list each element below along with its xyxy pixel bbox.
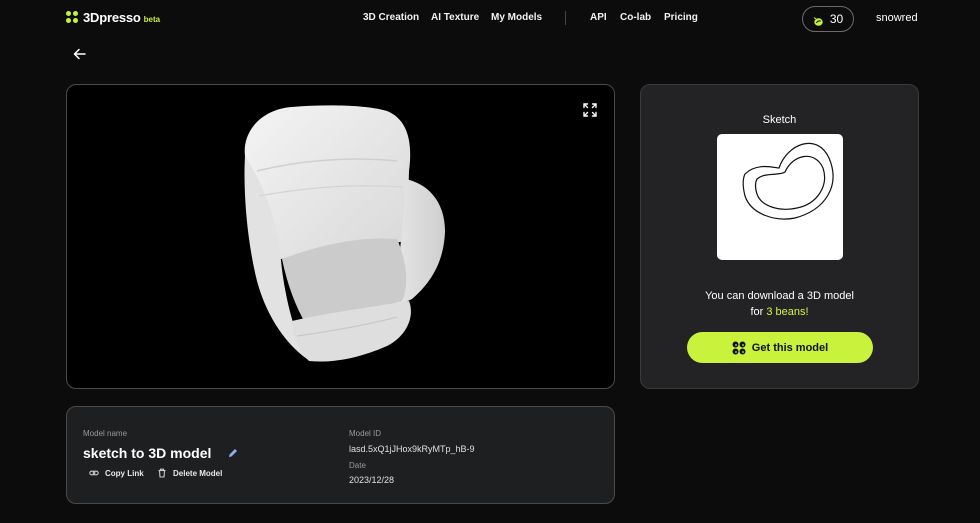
back-button[interactable] (72, 46, 88, 62)
delete-model-label: Delete Model (173, 468, 223, 478)
nav-3d-creation[interactable]: 3D Creation (363, 12, 419, 23)
nav-divider (565, 11, 566, 25)
bean-balance-button[interactable]: 30 (802, 6, 854, 32)
get-model-button[interactable]: Get this model (687, 332, 873, 363)
brand-name: 3Dpresso (83, 10, 141, 25)
date-value: 2023/12/28 (349, 475, 395, 485)
nav-api[interactable]: API (590, 12, 607, 23)
price-prefix: for (750, 306, 764, 318)
model-id-value: lasd.5xQ1jJHox9kRyMTp_hB-9 (349, 444, 475, 454)
top-navigation-bar: 3Dpresso beta 3D Creation AI Texture My … (0, 0, 980, 38)
bean-cluster-icon (732, 341, 746, 354)
sketch-panel: Sketch You can download a 3D model for 3… (640, 84, 919, 389)
model-viewer[interactable] (66, 84, 615, 389)
model-id-label: Model ID (349, 429, 382, 438)
model-info-panel: Model name sketch to 3D model Copy Link … (66, 406, 615, 504)
date-label: Date (349, 461, 366, 470)
logo-icon (66, 11, 79, 24)
nav-co-lab[interactable]: Co-lab (620, 12, 651, 23)
download-info-text: You can download a 3D model (705, 290, 854, 302)
price-text: for 3 beans! (641, 306, 918, 318)
delete-model-button[interactable]: Delete Model (157, 468, 222, 478)
model-name-label: Model name (83, 429, 128, 438)
beta-badge: beta (143, 14, 161, 24)
link-icon (89, 470, 99, 476)
sketch-title: Sketch (762, 114, 797, 126)
trash-icon (158, 468, 166, 478)
price-highlight: 3 beans! (766, 306, 809, 318)
bean-count: 30 (829, 12, 844, 26)
fullscreen-button[interactable] (583, 103, 597, 117)
edit-name-button[interactable] (227, 446, 239, 458)
chair-3d-model[interactable] (237, 101, 452, 366)
sketch-image (717, 134, 843, 260)
username[interactable]: snowred (876, 12, 918, 24)
pencil-icon (229, 449, 237, 457)
model-name: sketch to 3D model (83, 445, 212, 461)
copy-link-label: Copy Link (105, 468, 144, 478)
arrow-left-icon (73, 48, 86, 60)
nav-ai-texture[interactable]: AI Texture (431, 12, 479, 23)
nav-pricing[interactable]: Pricing (664, 12, 698, 23)
nav-my-models[interactable]: My Models (491, 12, 542, 23)
get-model-label: Get this model (751, 341, 829, 354)
fullscreen-icon (583, 103, 597, 117)
copy-link-button[interactable]: Copy Link (89, 468, 144, 478)
brand-logo[interactable]: 3Dpresso beta (66, 10, 160, 25)
bean-icon (813, 14, 824, 26)
